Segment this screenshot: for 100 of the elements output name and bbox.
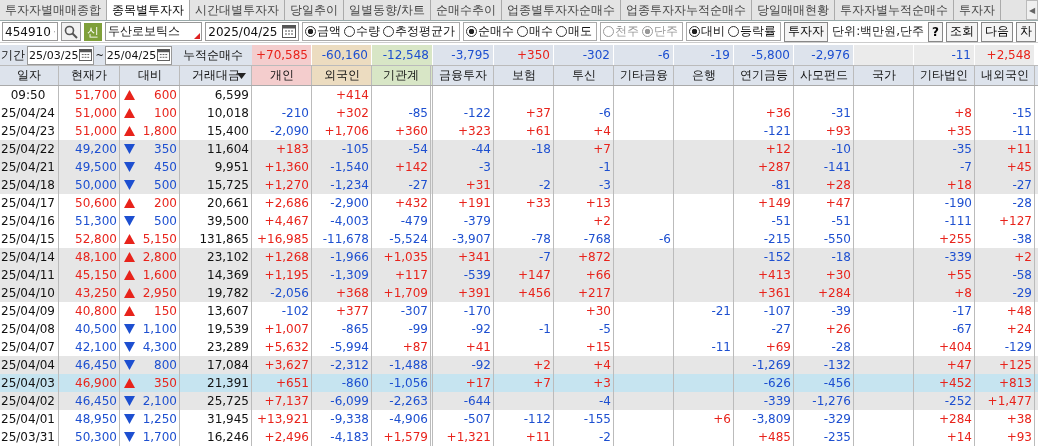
tab[interactable]: 시간대별투자자: [190, 0, 285, 20]
column-header[interactable]: 투신: [554, 66, 614, 85]
radio-button[interactable]: [517, 26, 529, 37]
tab-scroll-button[interactable]: ◀: [1026, 0, 1038, 20]
radio-button[interactable]: [466, 26, 478, 37]
column-header[interactable]: 대비: [120, 66, 180, 85]
table-cell: +28: [794, 176, 854, 194]
table-cell: +47: [794, 194, 854, 212]
table-cell: -155: [554, 410, 614, 428]
tab[interactable]: 당일매매현황: [752, 0, 836, 20]
tab[interactable]: 투자자별누적순매수: [835, 0, 955, 20]
table-cell: 20,661: [180, 194, 252, 212]
tab[interactable]: 종목별투자자: [107, 0, 190, 20]
column-header[interactable]: 기타금융: [614, 66, 674, 85]
table-cell: +13: [554, 194, 614, 212]
column-header[interactable]: 현재가: [59, 66, 120, 85]
table-cell: +24: [975, 320, 1035, 338]
cumulative-cell: -3,795: [433, 45, 494, 65]
table-row[interactable]: 25/04/14 48,100 2,800 23,102 +1,268 -1,966 +1,035 +341 -7 +872 -152 -18 -339 +2: [0, 248, 1038, 266]
table-cell: +368: [312, 284, 372, 302]
table-cell: -1,234: [312, 176, 372, 194]
table-cell: -4: [554, 392, 614, 410]
column-header[interactable]: 은행: [674, 66, 734, 85]
radio-button[interactable]: [383, 26, 395, 37]
table-cell: 15,725: [180, 176, 252, 194]
radio-label[interactable]: 순매수: [478, 23, 515, 40]
table-cell: -2,056: [252, 284, 312, 302]
table-row[interactable]: 25/04/02 46,450 2,100 25,725 +7,137 -6,099 -2,263 -644 -4 -339 -1,276 -252 +1,477: [0, 392, 1038, 410]
tab[interactable]: 일별동향/차트: [344, 0, 432, 20]
radio-label[interactable]: 금액: [317, 23, 342, 40]
column-header[interactable]: 사모펀드: [794, 66, 854, 85]
tab[interactable]: 당일추이: [285, 0, 344, 20]
column-header[interactable]: 기관계: [372, 66, 433, 85]
table-row[interactable]: 25/04/22 49,200 350 11,604 +183 -105 -54 -44 -18 +7 +12 -10 -35 +11: [0, 140, 1038, 158]
table-cell-text: 4,300: [142, 339, 177, 356]
table-cell: +48: [975, 302, 1035, 320]
stock-name-field[interactable]: 두산로보틱스: [104, 22, 203, 41]
toolbar-button[interactable]: 조회: [946, 21, 978, 42]
table-row[interactable]: 09:50 51,700 600 6,599 +414: [0, 86, 1038, 104]
table-row[interactable]: 25/04/11 45,150 1,600 14,369 +1,195 -1,309 +117 -539 +147 +66 +413 +30 +55 -58: [0, 266, 1038, 284]
radio-button[interactable]: [305, 26, 317, 37]
end-date-field[interactable]: 25/04/25: [104, 45, 173, 65]
investor-button[interactable]: 투자자: [784, 21, 829, 42]
tab[interactable]: 업종투자자누적순매수: [621, 0, 753, 20]
column-header[interactable]: 보험: [494, 66, 554, 85]
table-cell: +191: [433, 194, 494, 212]
table-row[interactable]: 25/04/09 40,800 150 13,607 -102 +377 -307 -170 +30 -21 -107 -39 -17 +48: [0, 302, 1038, 320]
table-cell: -190: [914, 194, 975, 212]
column-header[interactable]: 국가: [854, 66, 914, 85]
table-row[interactable]: 25/04/16 51,300 500 39,500 +4,467 -4,003 -479 -379 +2 -51 -51 -111 +127: [0, 212, 1038, 230]
toolbar-button[interactable]: 차: [1016, 21, 1036, 42]
table-cell: 25/04/01: [0, 410, 59, 428]
table-row[interactable]: 25/04/24 51,000 100 10,018 -210 +302 -85 -122 +37 -6 +36 -31 +8 -15: [0, 104, 1038, 122]
column-header[interactable]: 금융투자: [433, 66, 494, 85]
tab[interactable]: 투자자: [954, 0, 1002, 20]
tab[interactable]: 순매수추이: [431, 0, 503, 20]
radio-label[interactable]: 등락률: [740, 23, 777, 40]
radio-label[interactable]: 추정평균가: [395, 23, 456, 40]
table-row[interactable]: 25/04/08 40,500 1,100 19,539 +1,007 -865 -99 -92 -1 -5 -27 +26 -67 +24: [0, 320, 1038, 338]
table-cell: 31,945: [180, 410, 252, 428]
table-cell: -210: [252, 104, 312, 122]
toolbar-button[interactable]: ?: [928, 21, 943, 42]
table-cell: 25/04/17: [0, 194, 59, 212]
radio-button[interactable]: [728, 26, 740, 37]
table-cell: 25/04/08: [0, 320, 59, 338]
column-header[interactable]: 내외국인: [975, 66, 1035, 85]
tab[interactable]: 업종별투자자순매수: [502, 0, 622, 20]
table-cell: +2: [554, 212, 614, 230]
table-cell: -5: [554, 320, 614, 338]
radio-label[interactable]: 매수: [529, 23, 554, 40]
table-cell-text: 5,150: [142, 231, 177, 248]
table-cell: -2,263: [372, 392, 433, 410]
stock-code-field[interactable]: 454910: [2, 22, 58, 41]
column-header[interactable]: 기타법인: [914, 66, 975, 85]
radio-label[interactable]: 수량: [356, 23, 381, 40]
column-header[interactable]: 개인: [252, 66, 312, 85]
date-field[interactable]: 2025/04/25: [205, 22, 300, 41]
table-row[interactable]: 25/04/18 50,000 500 15,725 +1,270 -1,234 -27 +31 -2 -3 -81 +28 +18 -27: [0, 176, 1038, 194]
radio-button[interactable]: [344, 26, 356, 37]
search-button[interactable]: [61, 22, 81, 41]
table-row[interactable]: 25/04/03 46,900 350 21,391 +651 -860 -1,056 +17 +7 +3 -626 -456 +452 +813: [0, 374, 1038, 392]
radio-label[interactable]: 대비: [701, 23, 726, 40]
radio-button[interactable]: [689, 26, 701, 37]
table-row[interactable]: 25/04/21 49,500 450 9,951 +1,360 -1,540 +142 -3 -1 +287 -141 -7 +45: [0, 158, 1038, 176]
column-header[interactable]: 일자: [0, 66, 59, 85]
table-cell: 50,000: [59, 176, 120, 194]
table-row[interactable]: 25/04/17 50,600 200 20,661 +2,686 -2,900 +432 +191 +33 +13 +149 +47 -190 -28: [0, 194, 1038, 212]
table-row[interactable]: 25/04/04 46,450 800 17,084 +3,627 -2,312 -1,488 -92 +2 +4 -1,269 -132 +47 +125: [0, 356, 1038, 374]
table-row[interactable]: 25/03/31 50,300 1,700 16,246 +2,496 -4,183 +1,579 +1,321 +11 -2 +485 -235 +14 +93: [0, 428, 1038, 446]
radio-label[interactable]: 매도: [568, 23, 593, 40]
column-header[interactable]: 외국인: [312, 66, 372, 85]
cumulative-cell: -2,976: [794, 45, 854, 65]
search-icon: [63, 24, 78, 39]
table-row[interactable]: 25/04/10 43,250 2,950 19,782 -2,056 +368 +1,709 +391 +456 +217 +361 +284 +8 -29: [0, 284, 1038, 302]
toolbar-button[interactable]: 다음: [981, 21, 1013, 42]
column-header[interactable]: 연기금등: [734, 66, 794, 85]
table-row[interactable]: 25/04/01 48,950 1,250 31,945 +13,921 -9,338 -4,906 -507 -112 -155 +6 -3,809 -329 +284 +38: [0, 410, 1038, 428]
radio-button[interactable]: [556, 26, 568, 37]
start-date-field[interactable]: 25/03/25: [27, 45, 95, 65]
table-cell-text: 500: [154, 213, 177, 230]
